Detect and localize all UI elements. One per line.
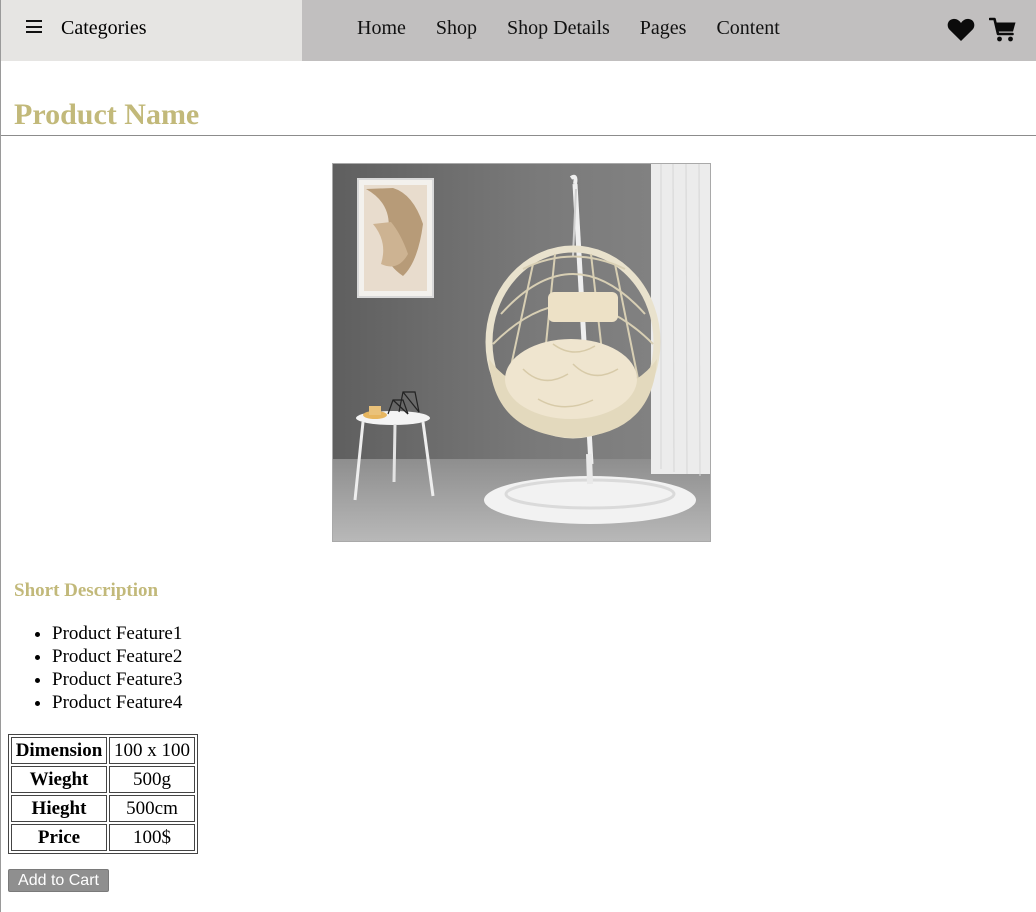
- table-row: Hieght 500cm: [11, 795, 195, 822]
- short-description-heading: Short Description: [14, 580, 159, 601]
- feature-list: Product Feature1 Product Feature2 Produc…: [12, 622, 182, 714]
- spec-value: 100 x 100: [109, 737, 195, 764]
- shopping-cart-icon[interactable]: [989, 17, 1017, 43]
- categories-menu[interactable]: Categories: [1, 0, 302, 61]
- nav-link-home[interactable]: Home: [357, 17, 406, 40]
- product-image: [332, 163, 711, 542]
- add-to-cart-button[interactable]: Add to Cart: [8, 869, 109, 892]
- hamburger-menu-icon[interactable]: [26, 18, 44, 36]
- list-item: Product Feature1: [52, 622, 182, 645]
- nav-link-shop[interactable]: Shop: [436, 17, 477, 40]
- title-divider: [1, 135, 1036, 136]
- list-item: Product Feature3: [52, 668, 182, 691]
- top-navbar: Categories Home Shop Shop Details Pages …: [1, 0, 1036, 61]
- categories-label[interactable]: Categories: [61, 17, 147, 40]
- list-item: Product Feature2: [52, 645, 182, 668]
- list-item: Product Feature4: [52, 691, 182, 714]
- specs-table: Dimension 100 x 100 Wieght 500g Hieght 5…: [8, 734, 198, 854]
- spec-key: Price: [11, 824, 107, 851]
- nav-link-shop-details[interactable]: Shop Details: [507, 17, 610, 40]
- nav-link-pages[interactable]: Pages: [640, 17, 687, 40]
- spec-key: Dimension: [11, 737, 107, 764]
- spec-value: 500cm: [109, 795, 195, 822]
- table-row: Dimension 100 x 100: [11, 737, 195, 764]
- spec-value: 500g: [109, 766, 195, 793]
- heart-icon[interactable]: [947, 18, 975, 42]
- product-title: Product Name: [14, 98, 200, 131]
- table-row: Price 100$: [11, 824, 195, 851]
- nav-link-content[interactable]: Content: [716, 17, 779, 40]
- spec-value: 100$: [109, 824, 195, 851]
- spec-key: Wieght: [11, 766, 107, 793]
- main-nav: Home Shop Shop Details Pages Content: [357, 17, 810, 40]
- spec-key: Hieght: [11, 795, 107, 822]
- table-row: Wieght 500g: [11, 766, 195, 793]
